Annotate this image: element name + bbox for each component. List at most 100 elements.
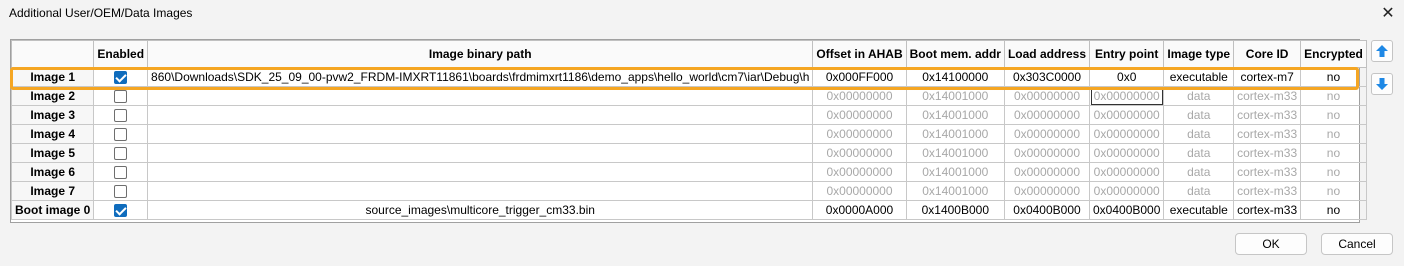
enabled-checkbox[interactable] [93,143,149,163]
encrypted-cell[interactable]: no [1300,67,1367,87]
load-address-cell[interactable]: 0x0400B000 [1003,200,1091,220]
header-load-address[interactable]: Load address [1003,40,1091,68]
core-id-cell[interactable]: cortex-m33 [1233,181,1302,201]
move-up-button[interactable] [1371,40,1393,62]
enabled-checkbox[interactable] [93,200,149,220]
offset-cell[interactable]: 0x00000000 [812,143,907,163]
offset-cell[interactable]: 0x0000A000 [812,200,907,220]
load-address-cell[interactable]: 0x00000000 [1003,162,1091,182]
boot-mem-addr-cell[interactable]: 0x14001000 [905,162,1005,182]
entry-point-cell[interactable]: 0x00000000 [1088,143,1165,163]
boot-mem-addr-cell[interactable]: 0x14001000 [905,86,1005,106]
image-path-cell[interactable]: source_images\multicore_trigger_cm33.bin [147,200,814,220]
encrypted-cell[interactable]: no [1300,143,1367,163]
header-offset-in-ahab[interactable]: Offset in AHAB [812,40,907,68]
entry-point-cell[interactable]: 0x0400B000 [1088,200,1165,220]
close-icon[interactable]: ✕ [1378,3,1398,23]
encrypted-cell[interactable]: no [1300,124,1367,144]
image-type-cell[interactable]: executable [1163,67,1235,87]
enabled-checkbox[interactable] [93,124,149,144]
image-path-cell[interactable] [147,124,814,144]
checkbox[interactable] [114,127,128,141]
table-row[interactable]: Image 7 0x00000000 0x14001000 0x00000000 0x0… [10,181,1367,201]
boot-mem-addr-cell[interactable]: 0x14001000 [905,181,1005,201]
enabled-checkbox[interactable] [93,162,149,182]
image-type-cell[interactable]: data [1163,124,1235,144]
image-type-cell[interactable]: data [1163,181,1235,201]
image-type-cell[interactable]: data [1163,105,1235,125]
checkbox[interactable] [114,70,128,84]
encrypted-cell[interactable]: no [1300,162,1367,182]
offset-cell[interactable]: 0x000FF000 [812,67,907,87]
core-id-cell[interactable]: cortex-m33 [1233,200,1302,220]
boot-mem-addr-cell[interactable]: 0x14001000 [905,105,1005,125]
header-entry-point[interactable]: Entry point [1088,40,1165,68]
image-path-cell[interactable] [147,86,814,106]
header-encrypted[interactable]: Encrypted [1300,40,1367,68]
image-path-cell[interactable] [147,105,814,125]
core-id-cell[interactable]: cortex-m33 [1233,105,1302,125]
entry-point-cell[interactable]: 0x00000000 [1088,162,1165,182]
move-down-button[interactable] [1371,73,1393,95]
load-address-cell[interactable]: 0x303C0000 [1003,67,1091,87]
image-path-cell[interactable] [147,181,814,201]
core-id-cell[interactable]: cortex-m7 [1233,67,1302,87]
table-row[interactable]: Image 6 0x00000000 0x14001000 0x00000000 0x0… [10,162,1367,182]
entry-point-cell[interactable]: 0x0 [1088,67,1165,87]
table-row[interactable]: Image 1 860\Downloads\SDK_25_09_00-pvw2_F… [10,67,1367,87]
image-type-cell[interactable]: data [1163,143,1235,163]
image-path-cell[interactable]: 860\Downloads\SDK_25_09_00-pvw2_FRDM-IMX… [147,67,814,87]
table-row[interactable]: Boot image 0 source_images\multicore_trig… [10,200,1367,220]
image-type-cell[interactable]: data [1163,86,1235,106]
checkbox[interactable] [114,146,128,160]
core-id-cell[interactable]: cortex-m33 [1233,124,1302,144]
core-id-cell[interactable]: cortex-m33 [1233,162,1302,182]
header-image-type[interactable]: Image type [1163,40,1235,68]
load-address-cell[interactable]: 0x00000000 [1003,181,1091,201]
boot-mem-addr-cell[interactable]: 0x1400B000 [905,200,1005,220]
image-type-cell[interactable]: executable [1163,200,1235,220]
offset-cell[interactable]: 0x00000000 [812,86,907,106]
cancel-button[interactable]: Cancel [1321,233,1393,255]
table-row[interactable]: Image 5 0x00000000 0x14001000 0x00000000 0x0… [10,143,1367,163]
core-id-cell[interactable]: cortex-m33 [1233,86,1302,106]
header-core-id[interactable]: Core ID [1233,40,1302,68]
load-address-cell[interactable]: 0x00000000 [1003,124,1091,144]
entry-point-cell[interactable]: 0x00000000 [1088,86,1165,106]
image-path-cell[interactable] [147,162,814,182]
offset-cell[interactable]: 0x00000000 [812,162,907,182]
checkbox[interactable] [114,108,128,122]
boot-mem-addr-cell[interactable]: 0x14001000 [905,124,1005,144]
boot-mem-addr-cell[interactable]: 0x14100000 [905,67,1005,87]
load-address-cell[interactable]: 0x00000000 [1003,105,1091,125]
enabled-checkbox[interactable] [93,181,149,201]
offset-cell[interactable]: 0x00000000 [812,181,907,201]
core-id-cell[interactable]: cortex-m33 [1233,143,1302,163]
entry-point-cell[interactable]: 0x00000000 [1088,181,1165,201]
checkbox[interactable] [114,165,128,179]
offset-cell[interactable]: 0x00000000 [812,124,907,144]
checkbox[interactable] [114,203,128,217]
load-address-cell[interactable]: 0x00000000 [1003,86,1091,106]
image-path-cell[interactable] [147,143,814,163]
encrypted-cell[interactable]: no [1300,105,1367,125]
header-enabled[interactable]: Enabled [93,40,149,68]
ok-button[interactable]: OK [1235,233,1307,255]
enabled-checkbox[interactable] [93,105,149,125]
encrypted-cell[interactable]: no [1300,181,1367,201]
encrypted-cell[interactable]: no [1300,86,1367,106]
checkbox[interactable] [114,184,128,198]
table-row[interactable]: Image 3 0x00000000 0x14001000 0x00000000 0x0… [10,105,1367,125]
image-type-cell[interactable]: data [1163,162,1235,182]
boot-mem-addr-cell[interactable]: 0x14001000 [905,143,1005,163]
entry-point-cell[interactable]: 0x00000000 [1088,105,1165,125]
load-address-cell[interactable]: 0x00000000 [1003,143,1091,163]
entry-point-cell[interactable]: 0x00000000 [1088,124,1165,144]
checkbox[interactable] [114,89,128,103]
header-image-binary-path[interactable]: Image binary path [147,40,814,68]
header-boot-mem-addr[interactable]: Boot mem. addr [905,40,1005,68]
encrypted-cell[interactable]: no [1300,200,1367,220]
offset-cell[interactable]: 0x00000000 [812,105,907,125]
table-row[interactable]: Image 4 0x00000000 0x14001000 0x00000000 0x0… [10,124,1367,144]
table-row[interactable]: Image 2 0x00000000 0x14001000 0x00000000 0x0… [10,86,1367,106]
